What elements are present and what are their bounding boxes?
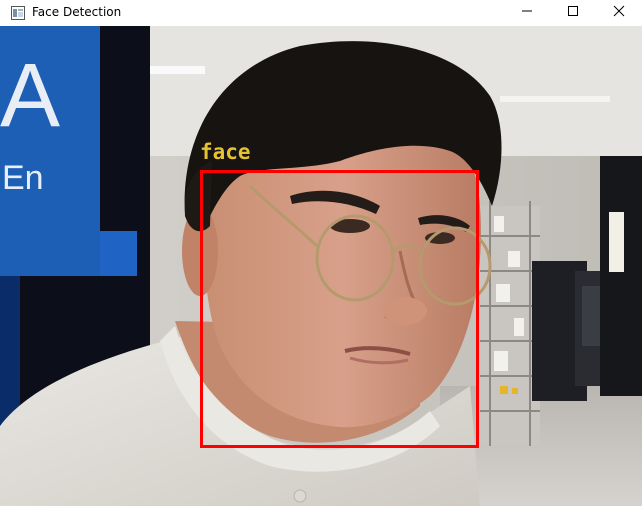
face-bounding-box [200, 170, 479, 448]
sign-letter: A [0, 46, 60, 146]
maximize-icon [567, 4, 579, 22]
camera-feed: A En face [0, 26, 642, 506]
window-title: Face Detection [32, 5, 122, 19]
title-bar[interactable]: Face Detection [0, 0, 642, 26]
minimize-icon [521, 4, 533, 22]
close-button[interactable] [596, 0, 642, 26]
detection-label: face [200, 140, 251, 164]
app-window-icon [11, 6, 25, 20]
face-detection-window: Face Detection A En face [0, 0, 642, 506]
maximize-button[interactable] [550, 0, 596, 26]
minimize-button[interactable] [504, 0, 550, 26]
sign-small-text: En [2, 159, 44, 197]
close-icon [613, 4, 625, 22]
